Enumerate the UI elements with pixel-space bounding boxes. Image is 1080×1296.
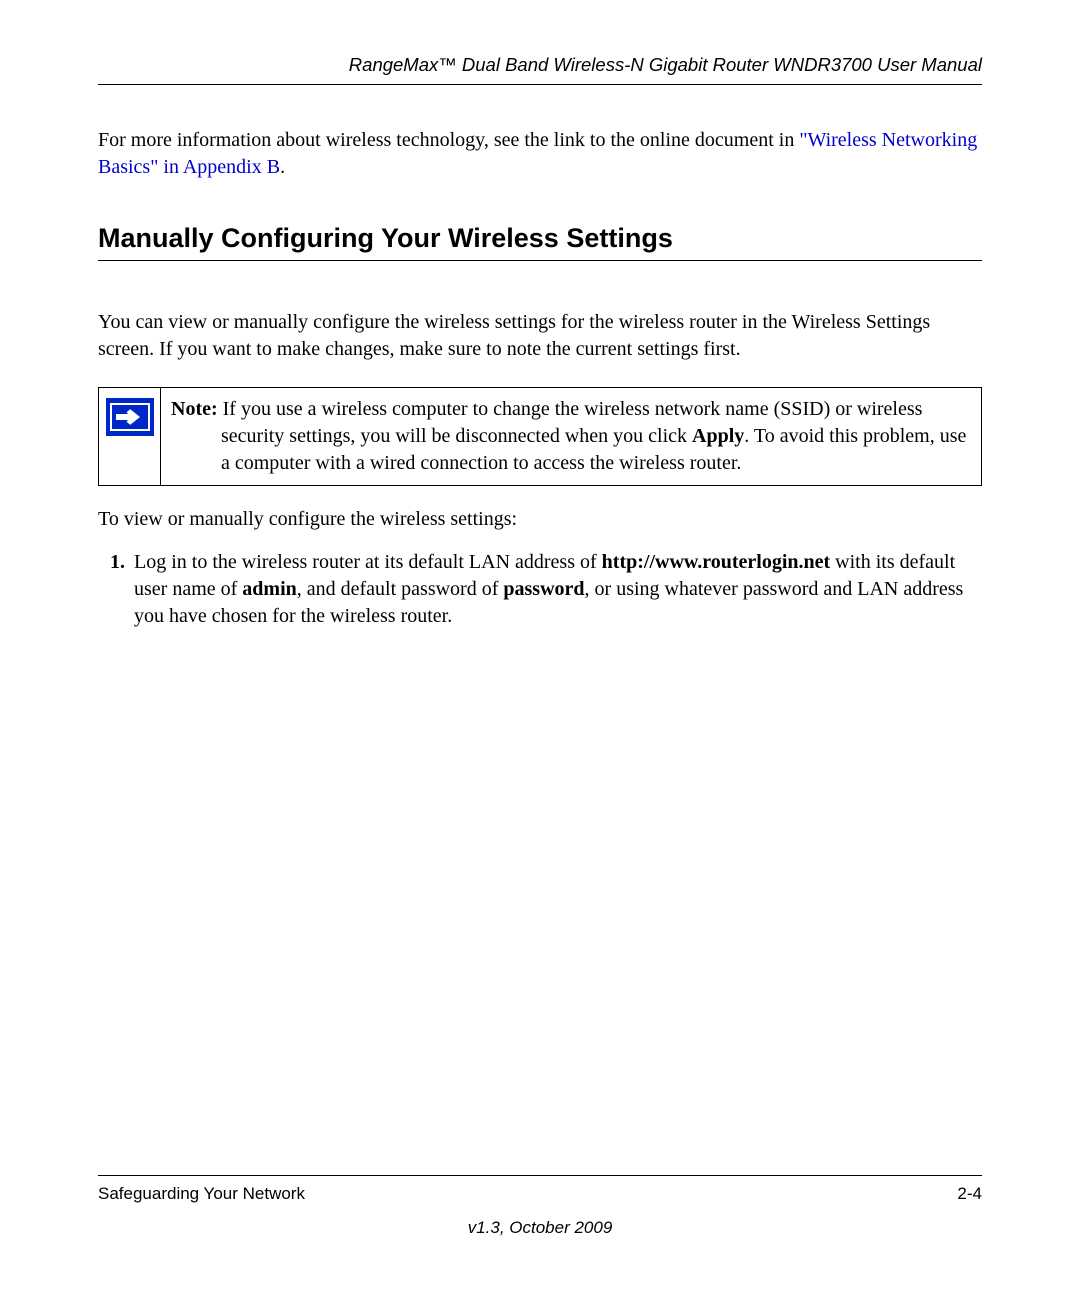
li-bold-admin: admin <box>242 578 296 600</box>
intro-prefix: For more information about wireless tech… <box>98 129 799 151</box>
footer-version: v1.3, October 2009 <box>98 1218 982 1238</box>
note-label: Note: <box>171 398 218 420</box>
section-heading: Manually Configuring Your Wireless Setti… <box>98 223 982 261</box>
page-header: RangeMax™ Dual Band Wireless-N Gigabit R… <box>98 54 982 85</box>
body-paragraph-1: You can view or manually configure the w… <box>98 309 982 363</box>
page-footer: Safeguarding Your Network 2-4 v1.3, Octo… <box>98 1175 982 1238</box>
document-page: RangeMax™ Dual Band Wireless-N Gigabit R… <box>0 0 1080 1296</box>
footer-page-number: 2-4 <box>957 1184 982 1204</box>
li-bold-url: http://www.routerlogin.net <box>602 551 831 573</box>
li-text-1: Log in to the wireless router at its def… <box>134 551 602 573</box>
intro-suffix: . <box>280 156 285 178</box>
footer-left: Safeguarding Your Network <box>98 1184 305 1204</box>
note-bold-apply: Apply <box>692 425 744 447</box>
li-text-3: , and default password of <box>297 578 504 600</box>
instruction-paragraph: To view or manually configure the wirele… <box>98 506 982 533</box>
header-title: RangeMax™ Dual Band Wireless-N Gigabit R… <box>349 54 982 75</box>
note-box: Note: If you use a wireless computer to … <box>98 387 982 486</box>
li-bold-password: password <box>503 578 584 600</box>
list-item: Log in to the wireless router at its def… <box>130 549 982 630</box>
footer-line: Safeguarding Your Network 2-4 <box>98 1175 982 1204</box>
arrow-right-icon <box>106 398 154 436</box>
intro-paragraph: For more information about wireless tech… <box>98 127 982 181</box>
step-list: Log in to the wireless router at its def… <box>98 549 982 630</box>
note-text: Note: If you use a wireless computer to … <box>161 388 981 485</box>
note-icon-cell <box>99 388 161 485</box>
